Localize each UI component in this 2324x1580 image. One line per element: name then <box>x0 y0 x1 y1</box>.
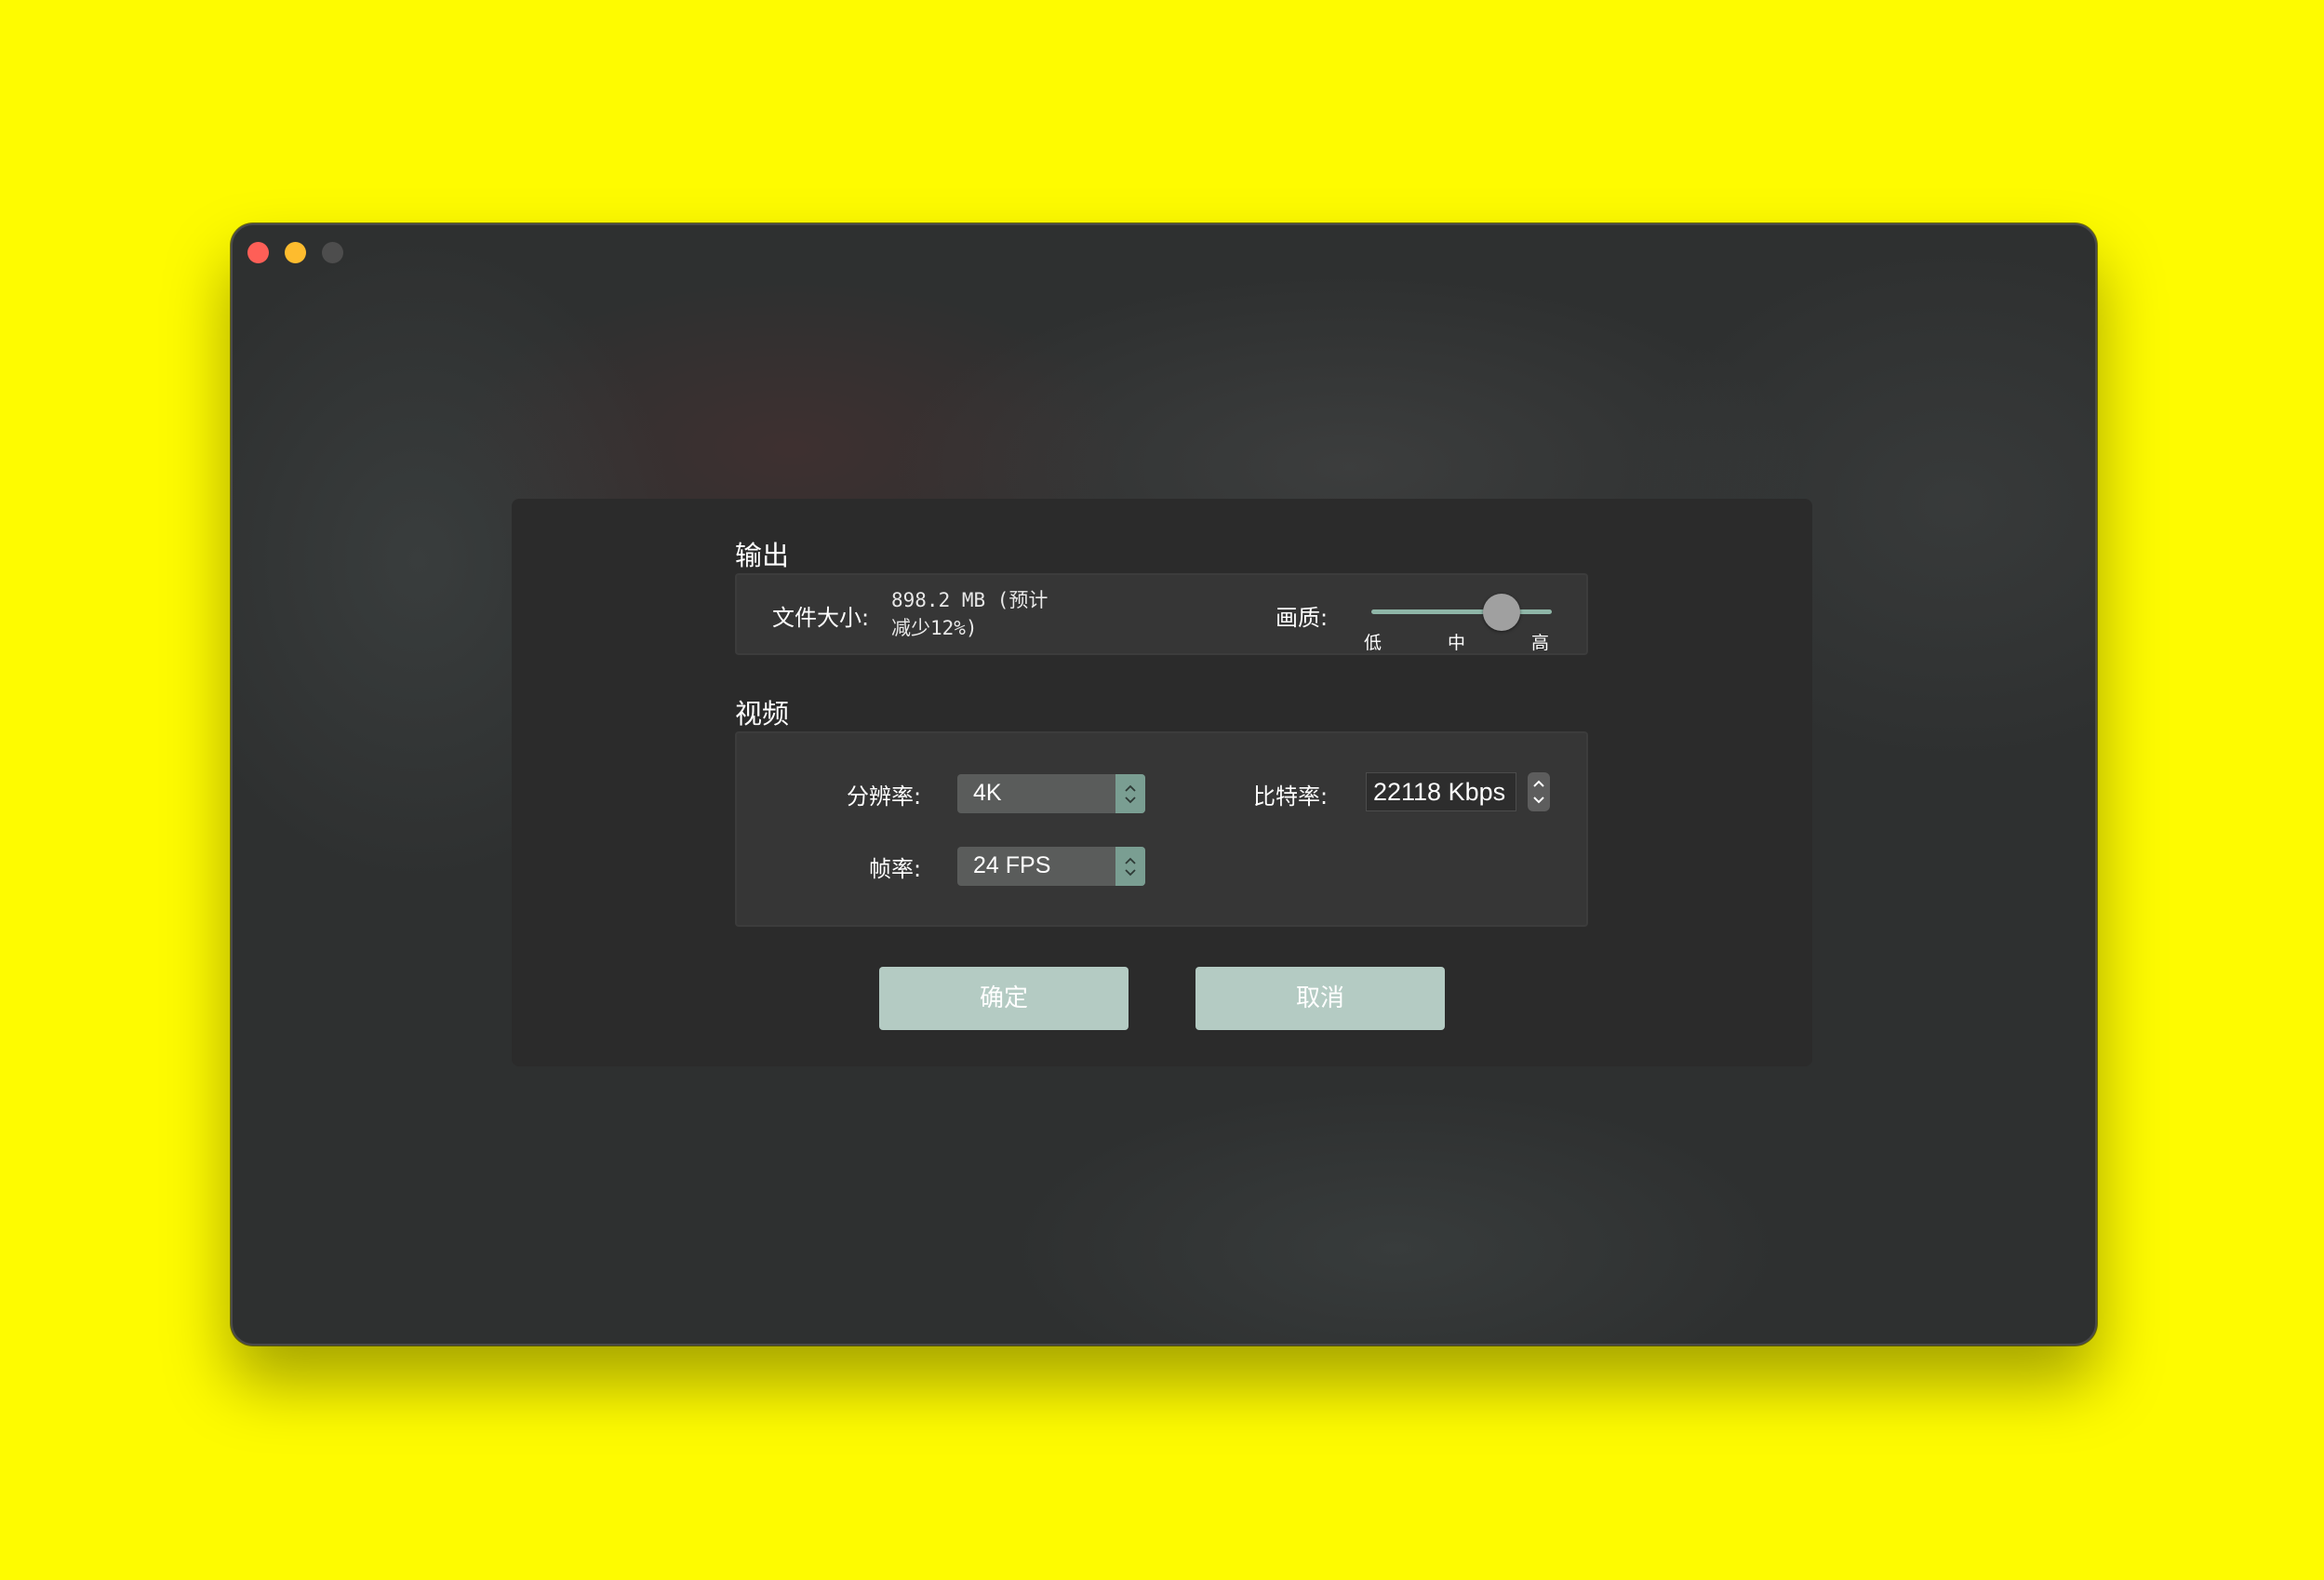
confirm-button[interactable]: 确定 <box>879 967 1129 1030</box>
export-settings-panel: 输出 文件大小: 898.2 MB (预计 减少12%) 画质: 低 中 高 视… <box>512 499 1812 1066</box>
quality-tick-high: 高 <box>1531 633 1550 653</box>
close-window-button[interactable] <box>247 242 269 263</box>
zoom-window-button[interactable] <box>322 242 343 263</box>
resolution-label: 分辨率: <box>847 783 922 810</box>
file-size-value-line2: 减少12%) <box>891 617 978 639</box>
framerate-select-value: 24 FPS <box>973 852 1051 878</box>
resolution-select-value: 4K <box>973 780 1002 806</box>
file-size-value: 898.2 MB (预计 减少12%) <box>891 586 1105 642</box>
quality-label: 画质: <box>1276 605 1329 631</box>
resolution-select[interactable]: 4K <box>957 774 1145 813</box>
bitrate-label: 比特率: <box>1253 783 1329 810</box>
output-group: 文件大小: 898.2 MB (预计 减少12%) 画质: 低 中 高 <box>735 573 1588 655</box>
framerate-label: 帧率: <box>869 856 922 882</box>
quality-slider-track <box>1371 609 1552 614</box>
quality-slider-knob[interactable] <box>1482 594 1520 631</box>
output-section-title: 输出 <box>735 540 790 571</box>
chevron-up-down-icon <box>1115 847 1145 886</box>
minimize-window-button[interactable] <box>285 242 306 263</box>
video-section-title: 视频 <box>735 698 790 730</box>
file-size-value-line1: 898.2 MB (预计 <box>891 589 1048 611</box>
bitrate-stepper[interactable] <box>1528 772 1550 811</box>
quality-tick-low: 低 <box>1364 633 1382 653</box>
quality-tick-mid: 中 <box>1448 633 1466 653</box>
cancel-button[interactable]: 取消 <box>1195 967 1445 1030</box>
framerate-select[interactable]: 24 FPS <box>957 847 1145 886</box>
chevron-up-down-icon <box>1115 774 1145 813</box>
file-size-label: 文件大小: <box>772 605 870 631</box>
chevron-up-down-icon <box>1533 780 1544 804</box>
bitrate-input-value: 22118 Kbps <box>1373 778 1506 806</box>
quality-slider[interactable]: 低 中 高 <box>1364 584 1565 653</box>
video-group: 分辨率: 4K 比特率: 22118 Kbps 帧率: 24 FPS <box>735 731 1588 927</box>
bitrate-input[interactable]: 22118 Kbps <box>1366 772 1516 811</box>
